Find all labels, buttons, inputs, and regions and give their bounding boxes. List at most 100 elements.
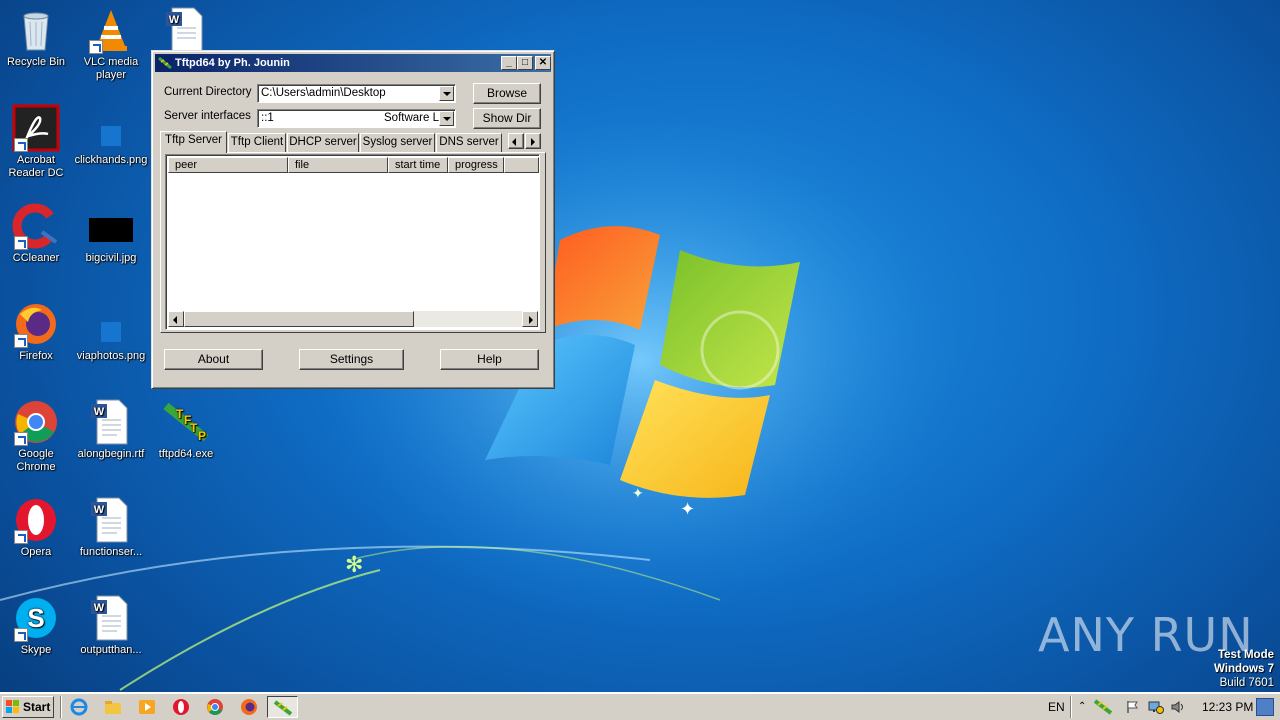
show-hidden-icons-icon[interactable]: ⌃ [1078,696,1086,718]
tab-label: Syslog server [362,136,433,148]
about-label: About [197,352,230,366]
desktop-icon-alongbegin[interactable]: W alongbegin.rtf [73,398,149,461]
desktop-icon-label: Opera [20,546,52,558]
start-label: Start [23,700,51,714]
desktop-icon-skype[interactable]: S Skype [0,594,74,657]
column-label: progress [455,159,498,171]
horizontal-scrollbar[interactable] [168,311,538,327]
scroll-thumb[interactable] [184,311,414,327]
internet-explorer-icon[interactable] [70,698,88,716]
desktop-icon-label: Google Chrome [16,448,56,473]
desktop-icon-opera[interactable]: Opera [0,496,74,559]
media-player-icon[interactable] [138,698,156,716]
column-label: peer [175,159,198,171]
settings-button[interactable]: Settings [299,349,404,370]
desktop-icon-viaphotos[interactable]: viaphotos.png [73,300,149,363]
current-directory-label: Current Directory [164,86,252,98]
taskbar: Start EN ⌃ 12:23 PM [0,692,1280,720]
show-desktop-button[interactable] [1256,698,1274,716]
svg-text:P: P [198,429,206,443]
svg-text:✻: ✻ [345,553,363,578]
desktop-icon-bigcivil[interactable]: bigcivil.jpg [73,202,149,265]
desktop-icon-label: alongbegin.rtf [77,448,145,460]
word-document-icon: W [91,595,128,641]
scroll-left-button[interactable] [168,311,184,327]
tab-dns-server[interactable]: DNS server [436,133,502,152]
window-titlebar[interactable]: Tftpd64 by Ph. Jounin _ □ ✕ [155,54,551,72]
server-interface-value: ::1 [261,112,274,124]
browse-button[interactable]: Browse [473,83,541,104]
desktop-icon-tftpd64[interactable]: TFTP tftpd64.exe [148,398,224,461]
image-file-icon [89,218,133,242]
column-header-progress[interactable]: progress [448,157,504,173]
test-mode-label: Test Mode [1217,649,1274,661]
show-dir-button[interactable]: Show Dir [473,108,541,129]
desktop-icon-acrobat[interactable]: Acrobat Reader DC [0,104,74,180]
action-center-flag-icon[interactable] [1126,700,1140,714]
minimize-icon: _ [506,57,512,68]
desktop-icon-vlc[interactable]: VLC media player [73,6,149,82]
chevron-down-icon[interactable] [439,86,454,101]
tftpd-taskbar-icon [274,700,292,716]
tab-scroll-right-button[interactable] [525,133,541,149]
desktop-icon-functionser[interactable]: W functionser... [73,496,149,559]
desktop-icon-label: outputthan... [80,644,142,656]
column-header-file[interactable]: file [288,157,388,173]
desktop-icon-label: Skype [20,644,52,656]
start-button[interactable]: Start [2,696,54,718]
close-button[interactable]: ✕ [535,56,551,70]
clock[interactable]: 12:23 PM [1202,696,1253,718]
server-interfaces-combo[interactable]: ::1 Software Lo [257,109,456,128]
minimize-button[interactable]: _ [501,56,517,70]
server-interfaces-label: Server interfaces [164,110,251,122]
tab-label: DHCP server [289,136,357,148]
column-header-start-time[interactable]: start time [388,157,448,173]
desktop-icon-outputthan[interactable]: W outputthan... [73,594,149,657]
build-label: Build 7601 [1219,677,1274,689]
taskbar-button-tftpd64[interactable] [267,696,298,718]
current-directory-combo[interactable]: C:\Users\admin\Desktop [257,84,456,103]
maximize-button[interactable]: □ [517,56,533,70]
chrome-taskbar-icon[interactable] [206,698,224,716]
arrow-left-icon [173,316,177,324]
column-header-peer[interactable]: peer [168,157,288,173]
help-button[interactable]: Help [440,349,539,370]
opera-taskbar-icon[interactable] [172,698,190,716]
scroll-right-button[interactable] [522,311,538,327]
volume-icon[interactable] [1170,700,1186,714]
os-label: Windows 7 [1214,663,1274,675]
shortcut-arrow-icon [14,138,28,152]
tab-label: Tftp Server [165,134,222,146]
desktop-icon-chrome[interactable]: Google Chrome [0,398,74,474]
tab-tftp-client[interactable]: Tftp Client [228,133,286,152]
server-interface-desc: Software Lo [384,112,440,124]
tab-tftp-server[interactable]: Tftp Server [160,131,227,153]
transfers-list[interactable]: peer file start time progress [165,154,540,330]
about-button[interactable]: About [164,349,263,370]
desktop-icon-firefox[interactable]: Firefox [0,300,74,363]
system-tray: EN ⌃ 12:23 PM [1038,696,1278,718]
tab-dhcp-server[interactable]: DHCP server [287,133,359,152]
windows-logo-icon [6,700,19,713]
firefox-taskbar-icon[interactable] [240,698,258,716]
desktop-icon-label: clickhands.png [74,154,148,166]
desktop-icon-word-doc[interactable]: W [148,6,224,56]
desktop-icon-label: Firefox [19,350,53,362]
desktop-icon-ccleaner[interactable]: CCleaner [0,202,74,265]
desktop-icon-recycle-bin[interactable]: Recycle Bin [0,6,74,69]
desktop-icon-clickhands[interactable]: clickhands.png [73,104,149,167]
window-title: Tftpd64 by Ph. Jounin [175,57,290,69]
tab-scroll-left-button[interactable] [508,133,524,149]
column-label: start time [395,159,441,171]
language-indicator[interactable]: EN [1048,696,1065,718]
chevron-down-icon[interactable] [439,111,454,126]
explorer-folder-icon[interactable] [104,698,122,716]
recycle-bin-icon [23,12,49,51]
test-mode-notice: Test Mode Windows 7 Build 7601 [1214,648,1274,690]
tftpd-tray-icon[interactable] [1094,699,1112,715]
tab-syslog-server[interactable]: Syslog server [360,133,435,152]
word-document-icon: W [91,399,128,445]
network-icon[interactable] [1148,700,1164,714]
shortcut-arrow-icon [14,334,28,348]
desktop-icon-label: Recycle Bin [6,56,66,68]
